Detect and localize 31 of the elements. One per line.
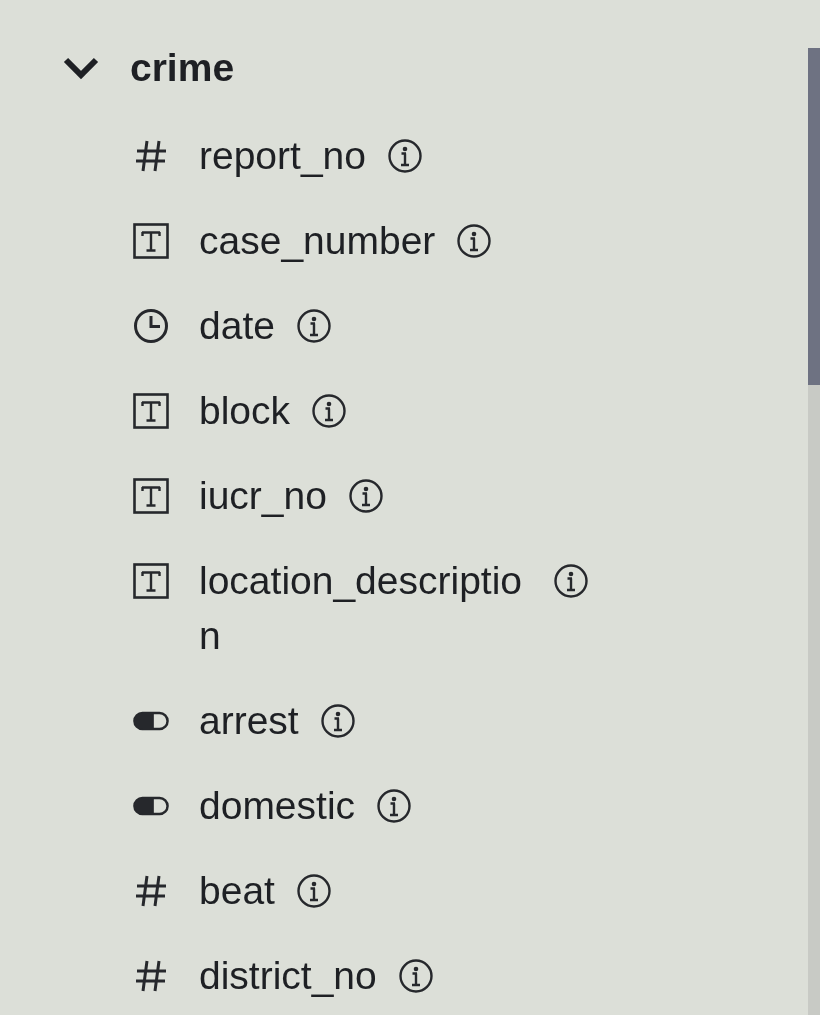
scrollbar-track[interactable] [808, 48, 820, 1015]
info-icon[interactable] [457, 223, 492, 258]
info-icon[interactable] [377, 788, 412, 823]
info-icon[interactable] [554, 563, 588, 598]
chevron-down-icon[interactable] [62, 55, 100, 80]
field-name: arrest [199, 698, 299, 744]
toggle-icon [133, 710, 169, 731]
field-name: date [199, 303, 275, 349]
info-icon[interactable] [296, 308, 331, 343]
field-name: block [199, 388, 291, 434]
boxed-t-icon [133, 562, 169, 599]
field-name: location_description [199, 558, 524, 659]
table-name[interactable]: crime [130, 40, 235, 95]
info-icon[interactable] [296, 873, 331, 908]
clock-icon [133, 307, 169, 344]
boxed-t-icon [133, 222, 169, 259]
field-name: report_no [199, 133, 366, 179]
field-name: domestic [199, 783, 356, 829]
info-icon[interactable] [312, 393, 347, 428]
toggle-icon [133, 795, 169, 816]
boxed-t-icon [133, 477, 169, 514]
field-name: iucr_no [199, 473, 327, 519]
info-icon[interactable] [398, 958, 433, 993]
field-name: district_no [199, 953, 377, 999]
info-icon[interactable] [348, 478, 383, 513]
info-icon[interactable] [320, 703, 355, 738]
boxed-t-icon [133, 392, 169, 429]
field-name: case_number [199, 218, 436, 264]
field-name: beat [199, 868, 275, 914]
scrollbar-thumb[interactable] [808, 48, 820, 385]
info-icon[interactable] [387, 138, 422, 173]
